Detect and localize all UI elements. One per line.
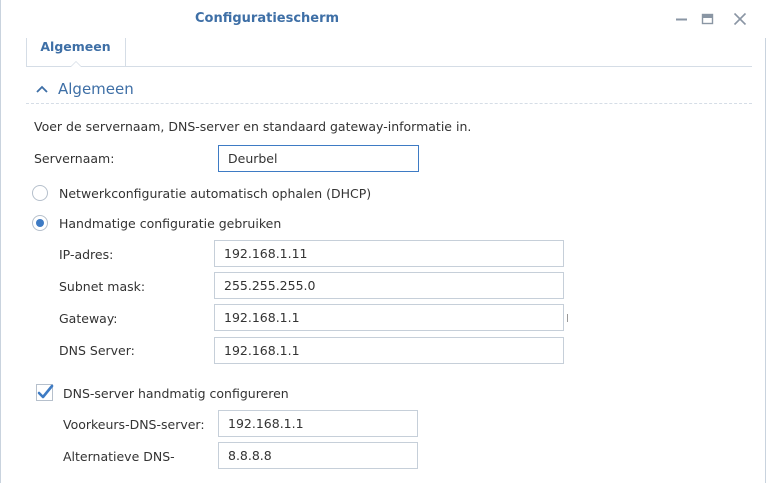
section-description: Voer de servernaam, DNS-server en standa… bbox=[34, 119, 472, 134]
alternate-dns-label: Alternatieve DNS- bbox=[63, 449, 175, 464]
maximize-icon bbox=[701, 13, 714, 25]
close-button[interactable] bbox=[731, 10, 749, 28]
close-icon bbox=[733, 12, 747, 26]
window-title: Configuratiescherm bbox=[195, 11, 340, 26]
manual-config-label: Handmatige configuratie gebruiken bbox=[59, 216, 282, 231]
minimize-button[interactable] bbox=[673, 10, 691, 28]
preferred-dns-input[interactable]: 192.168.1.1 bbox=[218, 410, 418, 437]
dhcp-radio[interactable] bbox=[32, 185, 48, 201]
settings-window: Configuratiescherm Algemeen Algemeen Voe… bbox=[0, 0, 766, 483]
ip-address-label: IP-adres: bbox=[59, 247, 114, 262]
dns-manual-checkbox[interactable] bbox=[36, 384, 54, 402]
chevron-up-icon bbox=[35, 83, 49, 98]
gateway-label: Gateway: bbox=[59, 311, 118, 326]
tab-bar: Algemeen bbox=[26, 38, 752, 67]
preferred-dns-label: Voorkeurs-DNS-server: bbox=[63, 417, 205, 432]
gateway-field-edge bbox=[567, 314, 570, 322]
checkmark-icon bbox=[36, 384, 54, 401]
section-title: Algemeen bbox=[58, 80, 134, 98]
alternate-dns-input[interactable]: 8.8.8.8 bbox=[218, 442, 418, 469]
dhcp-label: Netwerkconfiguratie automatisch ophalen … bbox=[59, 186, 372, 201]
subnet-mask-label: Subnet mask: bbox=[59, 279, 146, 294]
dns-server-label: DNS Server: bbox=[59, 343, 135, 358]
section-header-algemeen[interactable]: Algemeen bbox=[26, 79, 752, 104]
subnet-mask-input[interactable]: 255.255.255.0 bbox=[214, 272, 564, 299]
manual-config-radio[interactable] bbox=[32, 215, 48, 231]
title-bar: Configuratiescherm bbox=[1, 0, 766, 38]
maximize-button[interactable] bbox=[699, 10, 717, 28]
tab-algemeen[interactable]: Algemeen bbox=[26, 38, 126, 67]
server-name-label: Servernaam: bbox=[34, 151, 115, 166]
minimize-icon bbox=[676, 18, 687, 21]
tab-active-indicator-fill bbox=[71, 62, 81, 67]
dns-manual-label: DNS-server handmatig configureren bbox=[63, 386, 289, 401]
dns-server-input[interactable]: 192.168.1.1 bbox=[214, 337, 564, 364]
server-name-input[interactable]: Deurbel bbox=[218, 145, 419, 172]
gateway-input[interactable]: 192.168.1.1 bbox=[214, 304, 564, 331]
ip-address-input[interactable]: 192.168.1.11 bbox=[214, 240, 564, 267]
tab-label: Algemeen bbox=[40, 39, 111, 54]
